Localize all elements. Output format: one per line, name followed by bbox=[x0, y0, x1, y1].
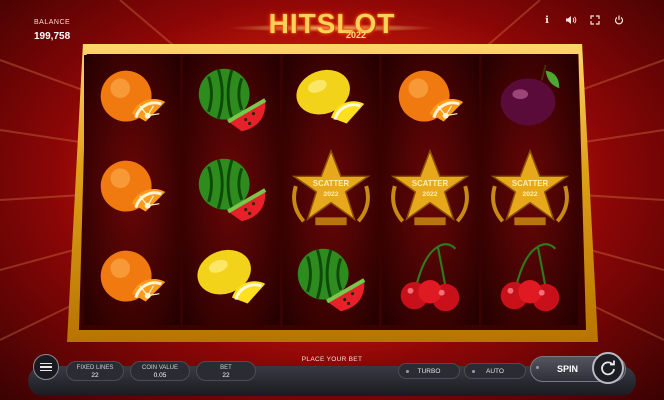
bet-selector[interactable]: BET 22 bbox=[196, 361, 256, 381]
symbol-scatter: SCATTER 2022 bbox=[482, 145, 578, 235]
symbol-cherry bbox=[482, 235, 578, 325]
symbol-scatter: SCATTER 2022 bbox=[283, 145, 379, 235]
scatter-text-2: 2022 bbox=[522, 191, 537, 198]
reel-5: SCATTER 2022 bbox=[481, 55, 579, 325]
scatter-icon: SCATTER 2022 bbox=[490, 148, 570, 226]
fixed-lines-value: 22 bbox=[91, 372, 99, 379]
scatter-text-1: SCATTER bbox=[313, 179, 350, 188]
symbol-watermelon bbox=[183, 145, 279, 235]
balance-value: 199,758 bbox=[34, 31, 71, 42]
symbol-orange bbox=[84, 235, 180, 325]
orange-icon bbox=[399, 70, 464, 122]
orange-icon bbox=[100, 160, 166, 212]
spin-indicator bbox=[536, 366, 539, 369]
symbol-lemon bbox=[283, 55, 379, 145]
menu-button[interactable] bbox=[33, 354, 59, 380]
power-icon[interactable] bbox=[612, 13, 626, 27]
scatter-icon: SCATTER 2022 bbox=[291, 148, 371, 226]
info-icon[interactable]: ℹ bbox=[540, 13, 554, 27]
coin-value-selector[interactable]: COIN VALUE 0.05 bbox=[130, 361, 190, 381]
turbo-button[interactable]: TURBO bbox=[398, 363, 460, 379]
coin-value-value: 0.05 bbox=[153, 372, 167, 379]
cherry-icon bbox=[500, 243, 560, 312]
fullscreen-icon[interactable] bbox=[588, 13, 602, 27]
game-logo: HITSLOT 2022 bbox=[227, 4, 437, 46]
scatter-icon: SCATTER 2022 bbox=[390, 148, 470, 226]
sound-icon[interactable] bbox=[564, 13, 578, 27]
watermelon-icon bbox=[297, 248, 366, 312]
auto-label: AUTO bbox=[486, 367, 504, 375]
symbol-lemon bbox=[183, 235, 279, 325]
scatter-text-1: SCATTER bbox=[412, 179, 449, 188]
bet-value: 22 bbox=[222, 372, 230, 379]
spin-arrow-button[interactable] bbox=[592, 352, 624, 384]
symbol-orange bbox=[84, 55, 180, 145]
refresh-icon bbox=[601, 360, 615, 376]
symbol-cherry bbox=[382, 235, 478, 325]
scatter-text-2: 2022 bbox=[423, 191, 438, 198]
scatter-text-1: SCATTER bbox=[512, 179, 549, 188]
logo-text: HITSLOT bbox=[268, 8, 396, 39]
symbol-orange bbox=[382, 55, 478, 145]
lemon-icon bbox=[197, 249, 265, 304]
symbol-orange bbox=[84, 145, 180, 235]
scatter-text-2: 2022 bbox=[323, 191, 338, 198]
symbol-plum bbox=[482, 55, 578, 145]
auto-button[interactable]: AUTO bbox=[464, 363, 526, 379]
turbo-label: TURBO bbox=[417, 367, 441, 375]
symbol-scatter: SCATTER 2022 bbox=[382, 145, 478, 235]
orange-icon bbox=[100, 250, 166, 302]
balance-display: BALANCE 199,758 bbox=[34, 12, 70, 42]
logo-year: 2022 bbox=[345, 30, 367, 40]
auto-indicator bbox=[472, 370, 475, 373]
symbol-watermelon bbox=[183, 55, 279, 145]
reel-3: SCATTER 2022 bbox=[282, 55, 380, 325]
cherry-icon bbox=[401, 243, 460, 312]
plum-icon bbox=[500, 64, 560, 126]
fixed-lines-display: FIXED LINES 22 bbox=[66, 361, 124, 381]
lemon-icon bbox=[296, 69, 365, 124]
coin-value-label: COIN VALUE bbox=[142, 365, 178, 371]
symbol-watermelon bbox=[283, 235, 379, 325]
reels-area: SCATTER 2022 SCATTER 2022 SCATTER 2022 bbox=[84, 55, 579, 325]
orange-icon bbox=[100, 70, 166, 122]
watermelon-icon bbox=[198, 68, 266, 132]
balance-label: BALANCE bbox=[34, 19, 71, 26]
fixed-lines-label: FIXED LINES bbox=[76, 365, 114, 371]
hamburger-icon bbox=[40, 361, 52, 374]
spin-label: SPIN bbox=[557, 364, 579, 374]
reel-4: SCATTER 2022 bbox=[382, 55, 479, 325]
reel-1 bbox=[84, 55, 181, 325]
watermelon-icon bbox=[198, 158, 266, 222]
reel-2 bbox=[183, 55, 280, 325]
top-toolbar: ℹ bbox=[540, 13, 626, 27]
turbo-indicator bbox=[406, 370, 409, 373]
bet-label: BET bbox=[220, 365, 232, 371]
